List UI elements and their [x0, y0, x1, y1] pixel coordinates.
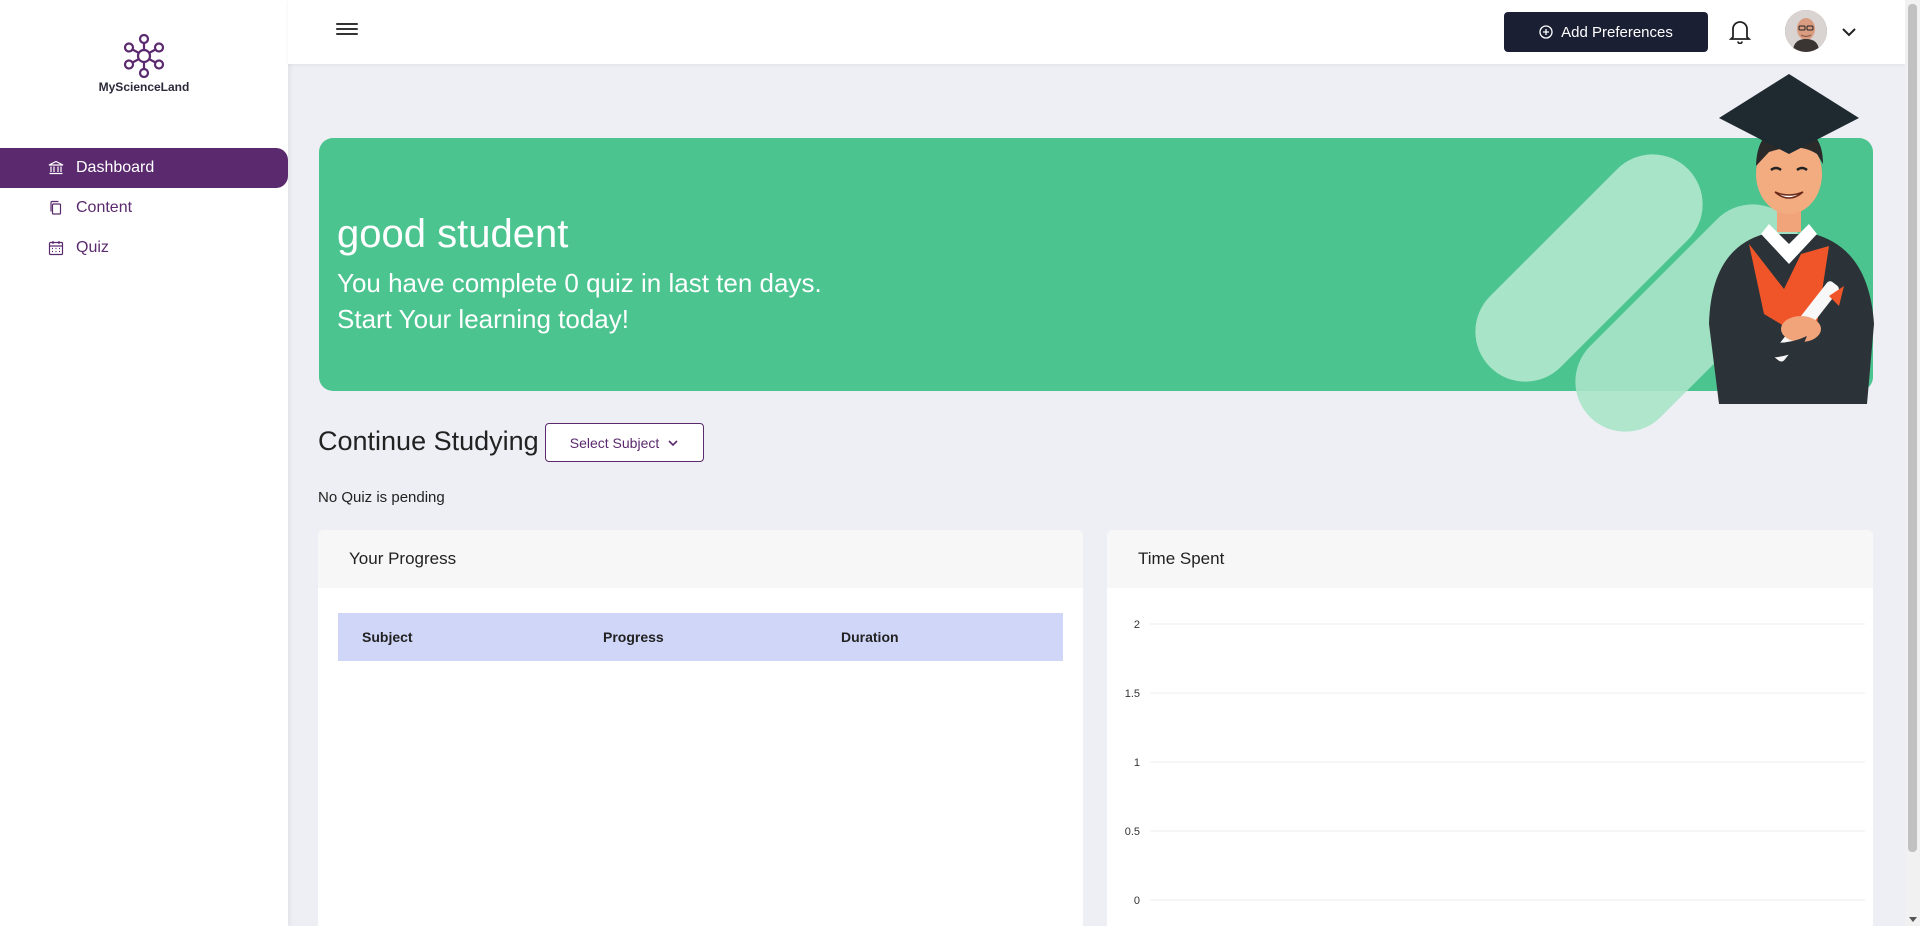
add-preferences-label: Add Preferences: [1561, 23, 1673, 41]
menu-icon[interactable]: [336, 20, 358, 38]
welcome-banner: good student You have complete 0 quiz in…: [319, 74, 1874, 453]
calendar-icon: [48, 240, 64, 256]
progress-table-header: Subject Progress Duration: [338, 613, 1063, 661]
sidebar: MyScienceLand Dashboard Content Quiz: [0, 0, 288, 926]
progress-card-title: Your Progress: [318, 530, 1083, 588]
y-tick-label: 0.5: [1125, 826, 1140, 838]
scrollbar-thumb[interactable]: [1908, 4, 1917, 852]
banner-title: good student: [337, 212, 569, 256]
sidebar-item-label: Dashboard: [76, 159, 155, 176]
top-header: Add Preferences: [288, 0, 1905, 64]
brand-name: MyScienceLand: [98, 80, 190, 94]
sidebar-nav: Dashboard Content Quiz: [0, 148, 288, 268]
graduate-illustration: [1709, 74, 1874, 404]
progress-card: Your Progress Subject Progress Duration: [318, 530, 1083, 926]
user-avatar[interactable]: [1785, 10, 1827, 52]
sidebar-item-content[interactable]: Content: [0, 188, 288, 228]
column-header-subject[interactable]: Subject: [362, 629, 413, 645]
sidebar-item-label: Quiz: [76, 239, 109, 256]
time-spent-card-title: Time Spent: [1107, 530, 1873, 588]
y-tick-label: 1: [1134, 757, 1140, 769]
add-preferences-button[interactable]: Add Preferences: [1504, 12, 1708, 52]
chevron-down-icon: [668, 439, 678, 446]
copy-icon: [48, 200, 64, 216]
scroll-down-arrow[interactable]: [1909, 917, 1917, 922]
chevron-down-icon[interactable]: [1841, 24, 1857, 40]
sidebar-item-quiz[interactable]: Quiz: [0, 228, 288, 268]
y-tick-label: 0: [1134, 895, 1140, 907]
column-header-duration[interactable]: Duration: [841, 629, 899, 645]
y-tick-label: 1.5: [1125, 688, 1140, 700]
sidebar-item-dashboard[interactable]: Dashboard: [0, 148, 288, 188]
plus-circle-icon: [1539, 25, 1553, 39]
continue-studying-title: Continue Studying: [318, 426, 539, 456]
empty-quiz-message: No Quiz is pending: [318, 489, 445, 506]
bank-icon: [48, 160, 64, 176]
banner-subtitle-2: Start Your learning today!: [337, 304, 629, 334]
y-tick-label: 2: [1134, 619, 1140, 631]
select-subject-label: Select Subject: [569, 434, 660, 451]
brand-logo[interactable]: MyScienceLand: [0, 34, 288, 94]
bell-icon[interactable]: [1728, 18, 1752, 44]
page-scrollbar[interactable]: [1905, 0, 1920, 926]
sidebar-item-label: Content: [76, 199, 133, 216]
atom-logo-icon: [123, 34, 165, 78]
time-spent-card: Time Spent 2 1.5 1 0.5 0: [1107, 530, 1873, 926]
column-header-progress[interactable]: Progress: [603, 629, 664, 645]
select-subject-dropdown[interactable]: Select Subject: [545, 423, 704, 462]
time-spent-chart: 2 1.5 1 0.5 0: [1125, 619, 1865, 907]
banner-subtitle-1: You have complete 0 quiz in last ten day…: [337, 268, 822, 298]
